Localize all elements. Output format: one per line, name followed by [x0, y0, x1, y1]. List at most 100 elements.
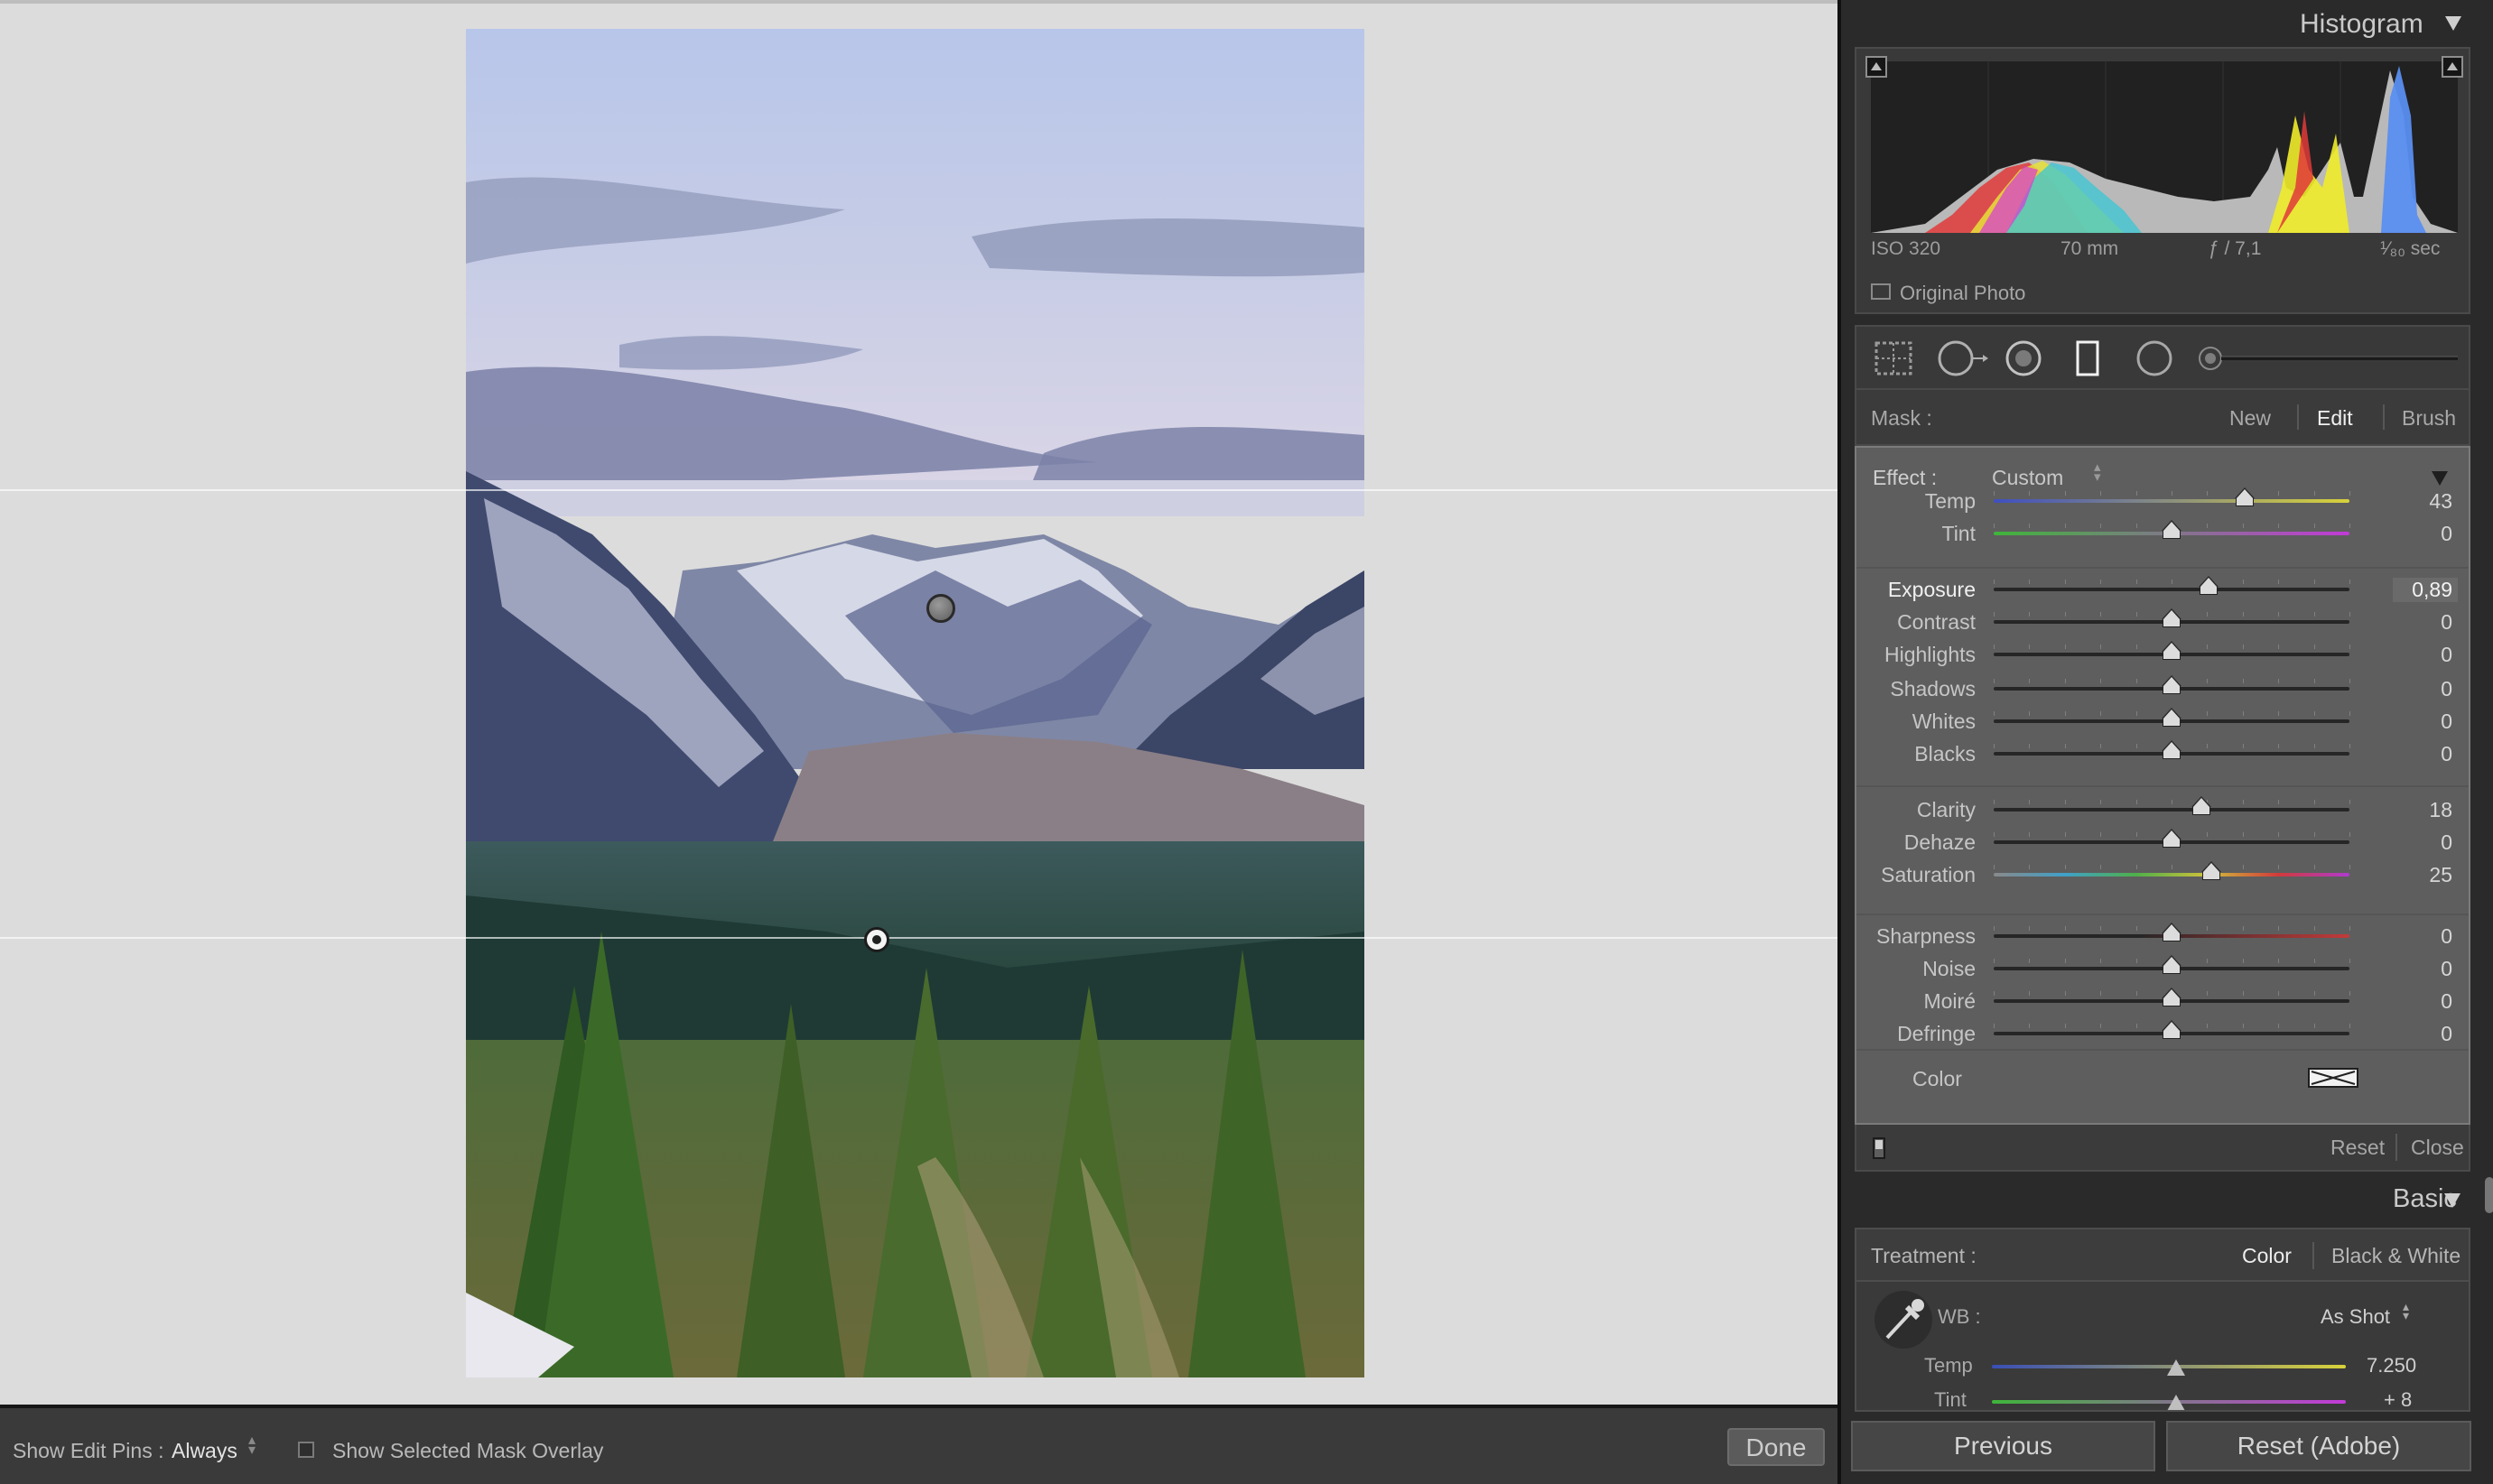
effect-slider-sharpness[interactable]: Sharpness 0 [1856, 921, 2469, 951]
effect-slider-defringe[interactable]: Defringe 0 [1856, 1018, 2469, 1049]
mask-overlay-checkbox[interactable] [298, 1442, 314, 1458]
basic-tint-value[interactable]: + 8 [2384, 1388, 2412, 1410]
collapse-triangle-icon[interactable] [2445, 16, 2461, 31]
effect-slider-contrast[interactable]: Contrast 0 [1856, 607, 2469, 637]
slider-value[interactable]: 0 [2398, 710, 2452, 734]
effect-slider-saturation[interactable]: Saturation 25 [1856, 859, 2469, 890]
slider-thumb[interactable] [2162, 641, 2181, 660]
slider-value[interactable]: 0 [2398, 643, 2452, 667]
slider-value[interactable]: 18 [2398, 798, 2452, 822]
adjustment-brush-icon[interactable] [2196, 339, 2467, 377]
slider-value[interactable]: 0 [2398, 742, 2452, 766]
effect-slider-highlights[interactable]: Highlights 0 [1856, 639, 2469, 670]
slider-thumb[interactable] [2162, 520, 2181, 539]
treatment-color-option[interactable]: Color [2242, 1244, 2292, 1268]
basic-panel-header[interactable]: Basic [1855, 1173, 2470, 1228]
slider-value[interactable]: 0 [2398, 957, 2452, 981]
effect-slider-temp[interactable]: Temp 43 [1856, 486, 2469, 516]
effect-slider-whites[interactable]: Whites 0 [1856, 706, 2469, 737]
updown-arrows-icon[interactable]: ▴ ▾ [2094, 460, 2101, 484]
gradient-guide-top[interactable] [0, 489, 1837, 491]
effect-color-swatch[interactable] [2308, 1068, 2358, 1088]
show-edit-pins-select[interactable]: Always [172, 1439, 237, 1463]
highlight-clipping-button[interactable] [2442, 56, 2463, 78]
gradient-rotate-handle[interactable] [864, 927, 889, 952]
mask-close-button[interactable]: Close [2411, 1136, 2464, 1160]
slider-value[interactable]: 0 [2398, 1022, 2452, 1046]
basic-tint-slider-thumb[interactable] [2166, 1395, 2185, 1410]
mask-overlay-label: Show Selected Mask Overlay [332, 1439, 604, 1462]
slider-thumb[interactable] [2162, 708, 2181, 727]
slider-label: Highlights [1884, 643, 1976, 666]
slider-thumb[interactable] [2191, 796, 2212, 815]
edit-pin[interactable] [926, 594, 955, 623]
effect-collapse-triangle-icon[interactable] [2432, 471, 2448, 486]
previous-button[interactable]: Previous [1851, 1421, 2155, 1471]
effect-slider-blacks[interactable]: Blacks 0 [1856, 738, 2469, 769]
original-photo-checkbox[interactable] [1871, 283, 1891, 300]
basic-temp-value[interactable]: 7.250 [2367, 1354, 2416, 1377]
red-eye-icon[interactable] [2005, 339, 2042, 377]
spot-removal-icon[interactable] [1936, 339, 1990, 377]
slider-value[interactable]: 0 [2398, 677, 2452, 701]
mask-new-button[interactable]: New [2229, 406, 2271, 431]
reset-adobe-button[interactable]: Reset (Adobe) [2166, 1421, 2471, 1471]
slider-track[interactable] [1994, 808, 2349, 812]
effect-slider-shadows[interactable]: Shadows 0 [1856, 673, 2469, 704]
effect-slider-tint[interactable]: Tint 0 [1856, 518, 2469, 549]
wb-preset-select[interactable]: As Shot [2321, 1305, 2390, 1329]
slider-thumb[interactable] [2162, 675, 2181, 694]
updown-arrows-icon[interactable]: ▴ ▾ [2403, 1300, 2409, 1322]
slider-thumb[interactable] [2162, 829, 2181, 848]
slider-thumb[interactable] [2162, 923, 2181, 941]
histogram-title[interactable]: Histogram [2300, 9, 2423, 40]
slider-value[interactable]: 0 [2398, 610, 2452, 635]
slider-value[interactable]: 0,89 [2393, 578, 2458, 602]
wb-eyedropper-icon[interactable] [1874, 1291, 1932, 1349]
slider-value[interactable]: 43 [2398, 489, 2452, 514]
slider-track[interactable] [1994, 588, 2349, 591]
slider-label: Exposure [1887, 578, 1976, 601]
slider-value[interactable]: 25 [2398, 863, 2452, 887]
mask-brush-button[interactable]: Brush [2402, 406, 2456, 431]
effect-slider-dehaze[interactable]: Dehaze 0 [1856, 827, 2469, 858]
image-canvas[interactable] [0, 0, 1837, 1405]
mask-reset-button[interactable]: Reset [2330, 1136, 2385, 1160]
slider-value[interactable]: 0 [2398, 522, 2452, 546]
shadow-clipping-button[interactable] [1865, 56, 1887, 78]
histogram-graph[interactable] [1871, 61, 2458, 233]
effect-slider-clarity[interactable]: Clarity 18 [1856, 794, 2469, 825]
slider-thumb[interactable] [2162, 1020, 2181, 1039]
done-button[interactable]: Done [1727, 1428, 1825, 1466]
radial-filter-icon[interactable] [2135, 339, 2174, 377]
slider-value[interactable]: 0 [2398, 830, 2452, 855]
gradient-guide-bottom[interactable] [0, 937, 1837, 939]
panel-scrollbar[interactable] [2485, 1177, 2493, 1213]
effect-slider-exposure[interactable]: Exposure 0,89 [1856, 574, 2469, 605]
treatment-bw-option[interactable]: Black & White [2331, 1244, 2460, 1268]
updown-arrows-icon[interactable]: ▴ ▾ [248, 1433, 256, 1458]
photo-preview[interactable] [466, 29, 1364, 1377]
graduated-filter-icon[interactable] [2073, 339, 2102, 377]
slider-track[interactable] [1994, 499, 2349, 503]
basic-temp-slider-thumb[interactable] [2166, 1359, 2185, 1376]
exif-focal-length: 70 mm [2060, 238, 2119, 259]
slider-thumb[interactable] [2162, 740, 2181, 759]
effect-slider-moir[interactable]: Moiré 0 [1856, 986, 2469, 1016]
effect-slider-noise[interactable]: Noise 0 [1856, 953, 2469, 984]
slider-thumb[interactable] [2162, 955, 2181, 974]
collapse-triangle-icon[interactable] [2444, 1193, 2460, 1208]
mask-toggle-switch[interactable] [1873, 1137, 1885, 1159]
slider-value[interactable]: 0 [2398, 924, 2452, 949]
slider-thumb[interactable] [2162, 988, 2181, 1006]
slider-value[interactable]: 0 [2398, 989, 2452, 1014]
slider-thumb[interactable] [2162, 608, 2181, 627]
crop-icon[interactable] [1873, 339, 1914, 377]
slider-track[interactable] [1994, 873, 2349, 876]
slider-thumb[interactable] [2201, 861, 2222, 880]
mask-edit-button[interactable]: Edit [2317, 406, 2353, 431]
slider-thumb[interactable] [2199, 576, 2219, 595]
separator [2383, 404, 2385, 430]
slider-label: Defringe [1897, 1022, 1976, 1045]
slider-thumb[interactable] [2234, 487, 2255, 506]
